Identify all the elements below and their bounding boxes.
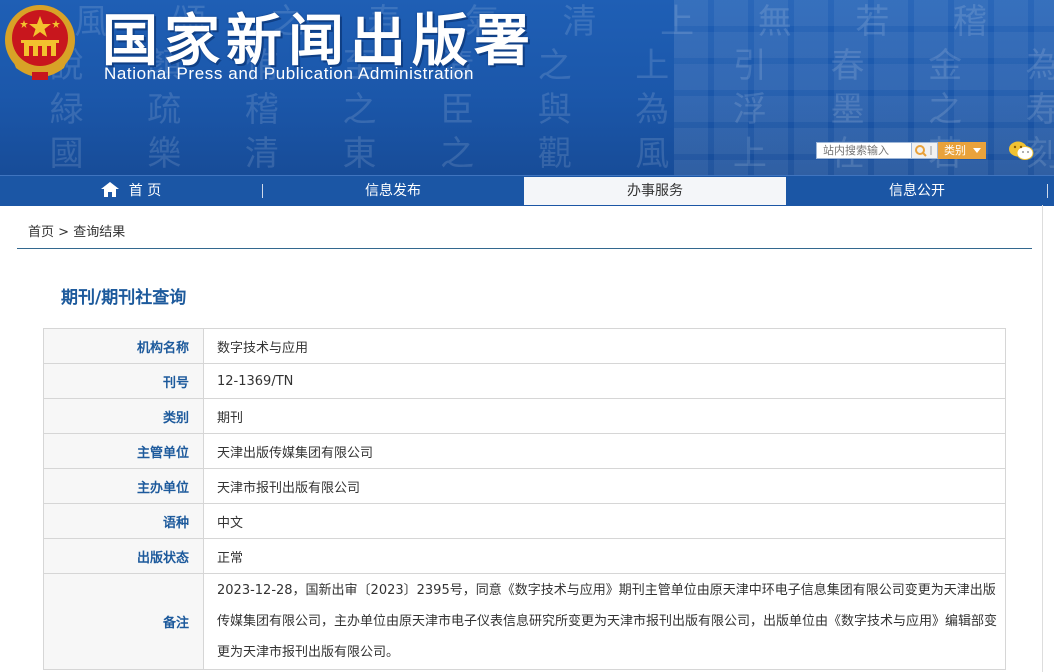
- table-row: 刊号 12-1369/TN: [43, 363, 1006, 399]
- field-label: 类别: [43, 398, 204, 434]
- nav-item-home[interactable]: 首 页: [0, 176, 262, 206]
- note-value: 2023-12-28，国新出审〔2023〕2395号，同意《数字技术与应用》期刊…: [203, 573, 1006, 670]
- field-label: 刊号: [43, 363, 204, 399]
- field-label: 主办单位: [43, 468, 204, 504]
- wechat-icon[interactable]: [1008, 140, 1034, 162]
- breadcrumb-home-link[interactable]: 首页: [28, 225, 54, 240]
- field-label: 出版状态: [43, 538, 204, 574]
- category-dropdown[interactable]: 类别: [938, 142, 986, 159]
- chevron-down-icon: [973, 148, 981, 153]
- field-value: 正常: [203, 538, 1006, 574]
- nav-item-info-release[interactable]: 信息发布: [263, 176, 523, 206]
- site-title-english: National Press and Publication Administr…: [104, 64, 475, 83]
- record-details-table: 机构名称 数字技术与应用 刊号 12-1369/TN 类别 期刊 主管单位 天津…: [43, 328, 1006, 670]
- page-title: 期刊/期刊社查询: [61, 288, 187, 308]
- table-row: 出版状态 正常: [43, 538, 1006, 574]
- header-banner: 風 颂 之 寿 氣 清 上 無 若 稽 山 陰 永 歲 說 顏 侑 至 清 之 …: [0, 0, 1054, 175]
- note-label: 备注: [43, 573, 204, 670]
- national-emblem-icon: [5, 5, 75, 80]
- field-label: 机构名称: [43, 328, 204, 364]
- field-value: 天津市报刊出版有限公司: [203, 468, 1006, 504]
- field-value: 数字技术与应用: [203, 328, 1006, 364]
- field-value: 期刊: [203, 398, 1006, 434]
- breadcrumb: 首页 > 查询结果: [28, 221, 125, 240]
- nav-item-public-info[interactable]: 信息公开: [787, 176, 1047, 206]
- breadcrumb-divider: [17, 248, 1032, 249]
- nav-divider: [1047, 184, 1048, 198]
- search-button[interactable]: [912, 142, 938, 159]
- field-label: 语种: [43, 503, 204, 539]
- category-label: 类别: [944, 144, 966, 157]
- nav-item-services-label: 办事服务: [627, 183, 683, 199]
- nav-item-info-release-label: 信息发布: [365, 183, 421, 199]
- main-navigation: 首 页 信息发布 办事服务 信息公开: [0, 175, 1054, 206]
- nav-item-public-info-label: 信息公开: [889, 183, 945, 199]
- nav-item-services[interactable]: 办事服务: [524, 177, 786, 205]
- field-value: 中文: [203, 503, 1006, 539]
- table-row: 语种 中文: [43, 503, 1006, 539]
- table-row: 类别 期刊: [43, 398, 1006, 434]
- search-icon: [915, 145, 932, 157]
- home-icon: [100, 182, 119, 197]
- breadcrumb-separator: >: [58, 225, 70, 240]
- nav-item-home-label: 首 页: [128, 183, 162, 199]
- table-row-note: 备注 2023-12-28，国新出审〔2023〕2395号，同意《数字技术与应用…: [43, 573, 1006, 670]
- breadcrumb-current: 查询结果: [73, 225, 126, 240]
- table-row: 主管单位 天津出版传媒集团有限公司: [43, 433, 1006, 469]
- field-value: 天津出版传媒集团有限公司: [203, 433, 1006, 469]
- search-input[interactable]: [816, 142, 912, 159]
- table-row: 主办单位 天津市报刊出版有限公司: [43, 468, 1006, 504]
- field-value: 12-1369/TN: [203, 363, 1006, 399]
- content-border: [1042, 205, 1043, 672]
- table-row: 机构名称 数字技术与应用: [43, 328, 1006, 364]
- field-label: 主管单位: [43, 433, 204, 469]
